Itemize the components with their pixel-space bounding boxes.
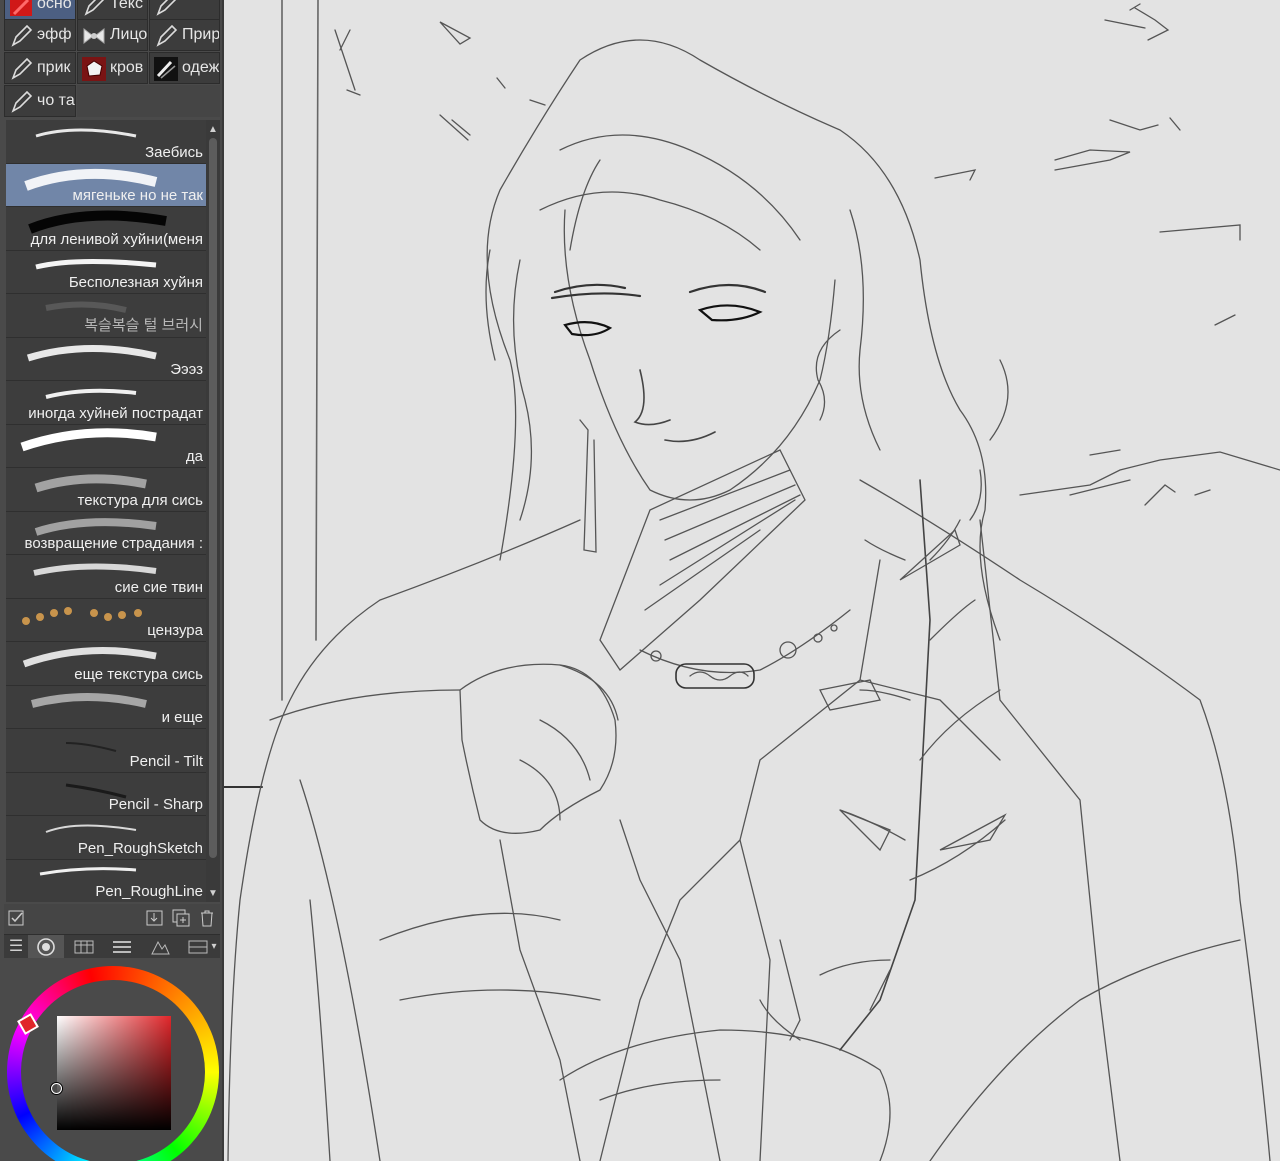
brush-label: Pen_RoughSketch (77, 839, 203, 857)
scroll-down-icon[interactable]: ▼ (206, 884, 220, 904)
brush-item[interactable]: да (6, 424, 206, 468)
brush-list-scrollbar[interactable]: ▲ ▼ (206, 120, 220, 902)
brush-label: Заебись (145, 143, 203, 161)
color-picker-marker[interactable] (51, 1083, 62, 1094)
checklist-icon[interactable] (6, 908, 28, 934)
brush-label: и еще (161, 709, 203, 726)
tool-tab-row-3: прик кров одеж (4, 52, 220, 84)
brush-item[interactable]: Pen_RoughLine (6, 859, 206, 902)
trash-icon[interactable] (196, 908, 218, 934)
tool-tab-nature[interactable]: Прир (149, 19, 220, 51)
brush-label: Pen_RoughLine (95, 883, 203, 900)
color-wheel-tab[interactable] (28, 935, 64, 959)
brush-list: Заебись мягеньке но не так для ленивой хуй… (6, 120, 206, 902)
brush-label: 복슬복슬 털 브러시 (84, 316, 203, 334)
color-wheel-panel (0, 958, 222, 1161)
brush-label: Pencil - Tilt (129, 752, 203, 770)
blood-drop-icon (81, 56, 107, 82)
brush-item[interactable]: цензура (6, 598, 206, 642)
pen-icon (153, 23, 179, 49)
tool-tab-cho-ta[interactable]: чо та (4, 85, 76, 117)
chevron-down-icon[interactable]: ▾ (208, 937, 220, 957)
brush-item[interactable]: Заебись (6, 120, 206, 164)
tool-tab-empty (77, 85, 220, 117)
sketch-artwork (224, 0, 1280, 1161)
brush-label: Pencil - Sharp (108, 796, 203, 813)
brush-item[interactable]: возвращение страдания : (6, 511, 206, 555)
brush-item[interactable]: Эээз (6, 337, 206, 381)
menu-icon[interactable]: ☰ (6, 937, 26, 957)
brush-label: цензура (147, 622, 203, 639)
brush-label: текстура для сись (77, 491, 204, 509)
brush-stroke-preview (20, 427, 157, 451)
red-brush-icon (8, 0, 34, 18)
tool-tab-osno[interactable]: осно (4, 0, 76, 20)
brush-label: да (185, 448, 203, 465)
brush-item[interactable]: и еще (6, 685, 206, 729)
tool-tab-row-2: эфф Лицо Прир (4, 19, 220, 51)
bow-icon (81, 23, 107, 49)
tool-tab-prik[interactable]: прик (4, 52, 76, 84)
brush-list-footer (4, 904, 220, 934)
tool-tab-eff[interactable]: эфф (4, 19, 76, 51)
brush-item[interactable]: 복슬복슬 털 브러시 (6, 294, 206, 338)
pen-icon (8, 89, 34, 115)
tool-tab-teks[interactable]: Текс (77, 0, 148, 20)
brush-label: сие сие твин (114, 578, 203, 596)
brush-item[interactable]: Pencil - Tilt (6, 729, 206, 773)
tool-tab-clothes[interactable]: одеж (149, 52, 220, 84)
scroll-up-icon[interactable]: ▲ (206, 120, 220, 140)
saturation-value-square[interactable] (57, 1016, 171, 1130)
tool-tab-row-1: осно Текс (4, 0, 220, 20)
pen-icon (8, 56, 34, 82)
brush-item[interactable]: мягеньке но не так (6, 163, 206, 207)
clothing-brush-icon (153, 56, 179, 82)
brush-item[interactable]: Pencil - Sharp (6, 772, 206, 816)
brush-item[interactable]: текстура для сись (6, 468, 206, 512)
color-wheel-tab-icon (37, 938, 55, 956)
brush-item[interactable]: иногда хуйней пострадат (6, 381, 206, 425)
brush-item[interactable]: для ленивой хуйни(меня (6, 207, 206, 251)
tool-tab-row-4: чо та (4, 85, 220, 117)
brush-item[interactable]: Бесполезная хуйня (6, 250, 206, 294)
panel-tabs: ☰ ▾ (4, 934, 220, 959)
brush-label: возвращение страдания : (24, 535, 203, 552)
brush-label: Бесполезная хуйня (68, 274, 203, 291)
brush-label: иногда хуйней пострадат (28, 404, 203, 422)
brush-item[interactable]: еще текстура сись (6, 642, 206, 686)
tool-tab-face[interactable]: Лицо (77, 19, 148, 51)
brush-item[interactable]: Pen_RoughSketch (6, 816, 206, 860)
brush-item[interactable]: сие сие твин (6, 555, 206, 599)
scroll-thumb[interactable] (209, 138, 217, 858)
brush-label: Эээз (170, 361, 203, 378)
pen-icon (81, 0, 107, 18)
brush-label: для ленивой хуйни(меня (30, 230, 203, 248)
pen-icon (8, 23, 34, 49)
duplicate-icon[interactable] (170, 908, 192, 934)
brush-label: мягеньке но не так (72, 187, 203, 204)
drawing-canvas[interactable] (224, 0, 1280, 1161)
import-icon[interactable] (144, 908, 166, 934)
tool-tab-3[interactable] (149, 0, 220, 20)
tool-sidebar: осно Текс эфф Лицо Прир прик кров одеж ч… (0, 0, 222, 1161)
tool-tab-blood[interactable]: кров (77, 52, 148, 84)
pen-icon (153, 0, 179, 18)
brush-label: еще текстура сись (74, 665, 203, 683)
